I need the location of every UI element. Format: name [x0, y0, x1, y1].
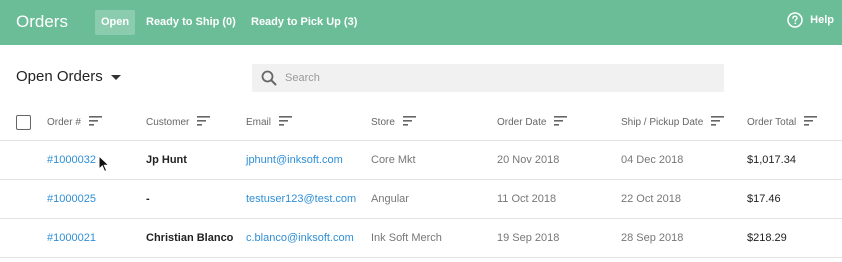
- column-header-customer[interactable]: Customer: [146, 104, 211, 140]
- column-header-label: Store: [371, 116, 395, 128]
- sort-icon[interactable]: [279, 115, 293, 129]
- page-title: Orders: [16, 12, 68, 31]
- column-header-label: Order Total: [747, 116, 797, 128]
- tab-ready-to-ship[interactable]: Ready to Ship (0): [146, 10, 236, 35]
- order-total: $17.46: [747, 193, 781, 205]
- store-name: Core Mkt: [371, 154, 416, 166]
- column-header-order-date[interactable]: Order Date: [497, 104, 568, 140]
- search-box: [252, 64, 724, 92]
- sort-icon[interactable]: [804, 115, 818, 129]
- tab-open[interactable]: Open: [95, 10, 136, 35]
- order-total: $1,017.34: [747, 154, 796, 166]
- email-link[interactable]: jphunt@inksoft.com: [246, 141, 343, 179]
- email-link[interactable]: c.blanco@inksoft.com: [246, 219, 354, 257]
- column-header-email[interactable]: Email: [246, 104, 293, 140]
- order-number-link[interactable]: #1000025: [47, 180, 96, 218]
- sort-icon[interactable]: [402, 115, 416, 129]
- table-row[interactable]: #1000025 - testuser123@test.com Angular …: [0, 180, 842, 219]
- order-date: 11 Oct 2018: [497, 193, 557, 205]
- view-selector[interactable]: Open Orders: [16, 68, 121, 85]
- order-number-link[interactable]: #1000021: [47, 219, 96, 257]
- order-date: 20 Nov 2018: [497, 154, 560, 166]
- table-header-row: Order # Customer Email Store Order Date …: [0, 104, 842, 141]
- mouse-pointer-icon: [98, 154, 111, 178]
- table-row[interactable]: #1000021 Christian Blanco c.blanco@inkso…: [0, 219, 842, 258]
- sort-icon[interactable]: [711, 115, 725, 129]
- customer-name: Christian Blanco: [146, 232, 234, 244]
- sort-icon[interactable]: [197, 115, 211, 129]
- column-header-label: Order #: [47, 116, 81, 128]
- help-button[interactable]: Help: [787, 12, 834, 28]
- column-header-label: Email: [246, 116, 272, 128]
- toolbar: Open Orders: [0, 45, 842, 107]
- table-row[interactable]: #1000032 Jp Hunt jphunt@inksoft.com Core…: [0, 141, 842, 180]
- ship-date: 28 Sep 2018: [621, 232, 684, 244]
- search-input[interactable]: [285, 64, 715, 92]
- order-number-link[interactable]: #1000032: [47, 141, 96, 179]
- column-header-ship-date[interactable]: Ship / Pickup Date: [621, 104, 725, 140]
- customer-name: Jp Hunt: [146, 154, 187, 166]
- orders-table: Order # Customer Email Store Order Date …: [0, 104, 842, 258]
- ship-date: 04 Dec 2018: [621, 154, 684, 166]
- caret-down-icon: [110, 68, 121, 85]
- app-header: Orders Open Ready to Ship (0) Ready to P…: [0, 0, 842, 45]
- store-name: Ink Soft Merch: [371, 232, 442, 244]
- column-header-label: Customer: [146, 116, 190, 128]
- customer-name: -: [146, 193, 150, 205]
- column-header-label: Ship / Pickup Date: [621, 116, 704, 128]
- store-name: Angular: [371, 193, 409, 205]
- view-selector-label: Open Orders: [16, 68, 103, 85]
- order-total: $218.29: [747, 232, 787, 244]
- tab-ready-to-pick-up[interactable]: Ready to Pick Up (3): [251, 10, 357, 35]
- email-link[interactable]: testuser123@test.com: [246, 180, 356, 218]
- column-header-store[interactable]: Store: [371, 104, 416, 140]
- order-date: 19 Sep 2018: [497, 232, 560, 244]
- select-all-cell: [16, 104, 31, 140]
- select-all-checkbox[interactable]: [16, 114, 31, 130]
- help-circle-icon: [787, 12, 803, 28]
- column-header-label: Order Date: [497, 116, 547, 128]
- column-header-order-total[interactable]: Order Total: [747, 104, 818, 140]
- sort-icon[interactable]: [554, 115, 568, 129]
- sort-icon[interactable]: [88, 115, 102, 129]
- column-header-order[interactable]: Order #: [47, 104, 102, 140]
- ship-date: 22 Oct 2018: [621, 193, 681, 205]
- help-label: Help: [810, 14, 834, 26]
